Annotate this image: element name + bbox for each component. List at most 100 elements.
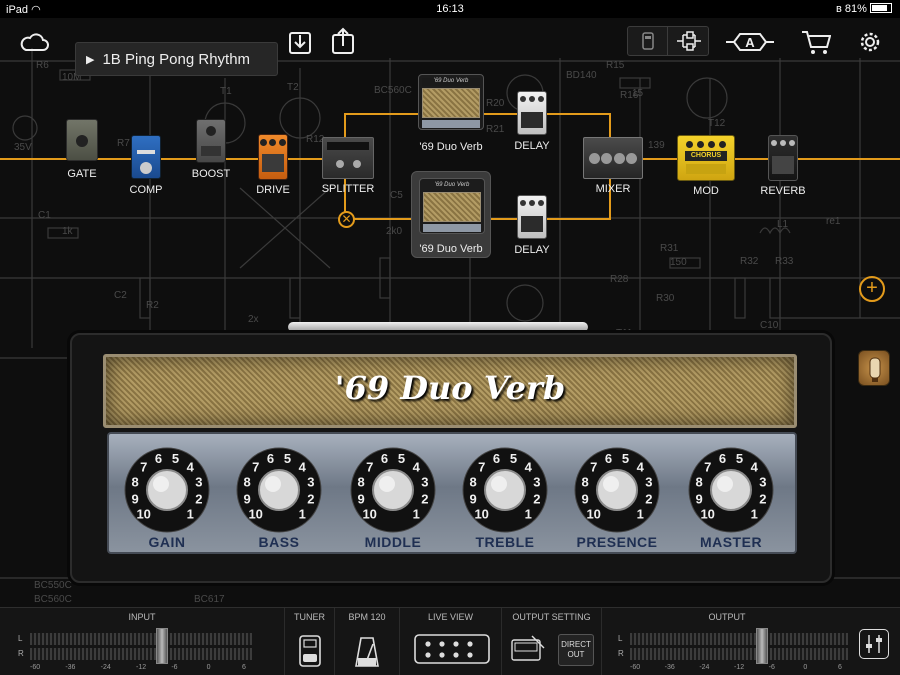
knob-cap[interactable] (710, 469, 752, 511)
shop-button[interactable] (801, 28, 831, 56)
delay-b-pedal[interactable]: DELAY (514, 195, 550, 256)
amp-tube-button[interactable] (858, 350, 890, 386)
knob-cap[interactable] (146, 469, 188, 511)
reverb-pedal[interactable]: REVERB (760, 135, 806, 197)
settings-button[interactable] (856, 28, 884, 56)
svg-text:A: A (745, 35, 755, 50)
mixer-block[interactable]: MIXER (583, 137, 643, 195)
knob-label-bass: BASS (258, 534, 300, 550)
ab-compare-button[interactable]: A (726, 30, 774, 54)
reverb-label: REVERB (760, 185, 806, 197)
direct-out-button[interactable]: DIRECT OUT (558, 634, 594, 666)
share-preset-button[interactable] (331, 26, 355, 56)
knob-scale-number: 6 (155, 451, 162, 466)
meter-scale-tick: -24 (699, 664, 710, 671)
chorus-plate: CHORUS (685, 151, 727, 161)
boost-pedal[interactable]: BOOST (192, 119, 230, 180)
cloud-button[interactable] (18, 30, 50, 54)
battery-percent: 81% (844, 3, 867, 15)
mixer-settings-button[interactable] (859, 629, 889, 659)
knob-scale-number: 1 (413, 506, 420, 521)
top-toolbar: ▶ 1B Ping Pong Rhythm A (0, 18, 900, 76)
knob-scale-number: 10 (474, 506, 488, 521)
knob-scale-number: 2 (759, 492, 766, 507)
bpm-section[interactable]: BPM 120 (335, 608, 400, 675)
knob-label-treble: TREBLE (475, 534, 535, 550)
splitter-block[interactable]: SPLITTER (322, 137, 374, 195)
live-view-title: LIVE VIEW (427, 612, 473, 622)
knob-label-presence: PRESENCE (576, 534, 658, 550)
knob-scale-number: 5 (398, 451, 405, 466)
live-view-section[interactable]: LIVE VIEW (400, 608, 502, 675)
amp-b-mini-name: '69 Duo Verb (434, 182, 470, 188)
knob-scale-number: 4 (525, 460, 533, 475)
amp-a-block[interactable]: '69 Duo Verb '69 Duo Verb (418, 74, 484, 153)
knob-scale-number: 6 (381, 451, 388, 466)
knob-scale-number: 3 (533, 475, 540, 490)
input-r-label: R (18, 649, 24, 658)
output-section: OUTPUT L R -60 -36 -24 -12 -6 0 6 (602, 608, 852, 675)
chain-view-button[interactable] (669, 27, 709, 55)
delay-a-label: DELAY (514, 140, 550, 152)
meter-scale-tick: -12 (136, 664, 147, 671)
delay-a-pedal[interactable]: DELAY (514, 91, 550, 152)
knob-scale-number: 7 (590, 460, 597, 475)
knob-scale-number: 7 (704, 460, 711, 475)
mod-pedal[interactable]: CHORUS MOD (677, 135, 735, 197)
amp-a-mini-name: '69 Duo Verb (422, 78, 480, 86)
single-block-icon (641, 32, 654, 50)
amp-name: '69 Duo Verb (334, 369, 566, 407)
share-icon (332, 27, 354, 54)
knob-scale-number: 2 (195, 492, 202, 507)
knob-cap[interactable] (596, 469, 638, 511)
knob-scale-number: 1 (187, 506, 194, 521)
knob-gain[interactable]: 10 9 8 7 6 5 4 3 2 1 (123, 446, 211, 534)
meter-scale-tick: -60 (30, 664, 41, 671)
knob-scale-number: 4 (187, 460, 195, 475)
knob-cap[interactable] (258, 469, 300, 511)
meter-scale-tick: -24 (100, 664, 111, 671)
meter-scale-tick: -36 (664, 664, 675, 671)
gate-pedal[interactable]: GATE (66, 119, 98, 180)
view-toggle (627, 26, 709, 56)
status-bar: iPad ◠ 16:13 ʙ 81% (0, 0, 900, 18)
save-preset-button[interactable] (288, 28, 312, 56)
input-l-label: L (18, 634, 23, 643)
knob-master[interactable]: 10 9 8 7 6 5 4 3 2 1 (687, 446, 775, 534)
knob-scale-number: 6 (493, 451, 500, 466)
remove-path-button[interactable]: ✕ (338, 211, 355, 228)
output-title: OUTPUT (708, 612, 746, 622)
knob-scale-number: 10 (586, 506, 600, 521)
output-level-slider[interactable] (756, 628, 768, 664)
knob-scale-number: 2 (307, 492, 314, 507)
input-gain-slider[interactable] (156, 628, 168, 664)
gate-label: GATE (67, 168, 97, 180)
knob-cap[interactable] (484, 469, 526, 511)
knob-scale-number: 8 (131, 475, 138, 490)
knob-scale-number: 7 (252, 460, 259, 475)
bluetooth-icon: ʙ (836, 3, 842, 15)
knob-middle[interactable]: 10 9 8 7 6 5 4 3 2 1 (349, 446, 437, 534)
knob-scale-number: 8 (581, 475, 588, 490)
meter-scale-tick: -12 (734, 664, 745, 671)
knob-scale-number: 8 (469, 475, 476, 490)
drive-pedal[interactable]: DRIVE (256, 134, 290, 196)
knob-scale-number: 10 (362, 506, 376, 521)
knob-cap[interactable] (372, 469, 414, 511)
single-view-button[interactable] (628, 27, 668, 55)
input-title: INPUT (128, 612, 156, 622)
add-block-button[interactable]: + (859, 276, 885, 302)
input-meter-r (30, 648, 252, 660)
knob-presence[interactable]: 10 9 8 7 6 5 4 3 2 1 (573, 446, 661, 534)
tuner-section[interactable]: TUNER (285, 608, 335, 675)
knob-label-gain: GAIN (148, 534, 186, 550)
knob-scale-number: 9 (469, 492, 476, 507)
knob-scale-number: 6 (719, 451, 726, 466)
knob-bass[interactable]: 10 9 8 7 6 5 4 3 2 1 (235, 446, 323, 534)
output-meter-l (630, 633, 848, 645)
knob-scale-number: 1 (525, 506, 532, 521)
output-setting-button[interactable] (510, 634, 550, 666)
meter-scale-tick: -36 (65, 664, 76, 671)
tuner-pedal-icon (299, 635, 321, 667)
knob-treble[interactable]: 10 9 8 7 6 5 4 3 2 1 (461, 446, 549, 534)
